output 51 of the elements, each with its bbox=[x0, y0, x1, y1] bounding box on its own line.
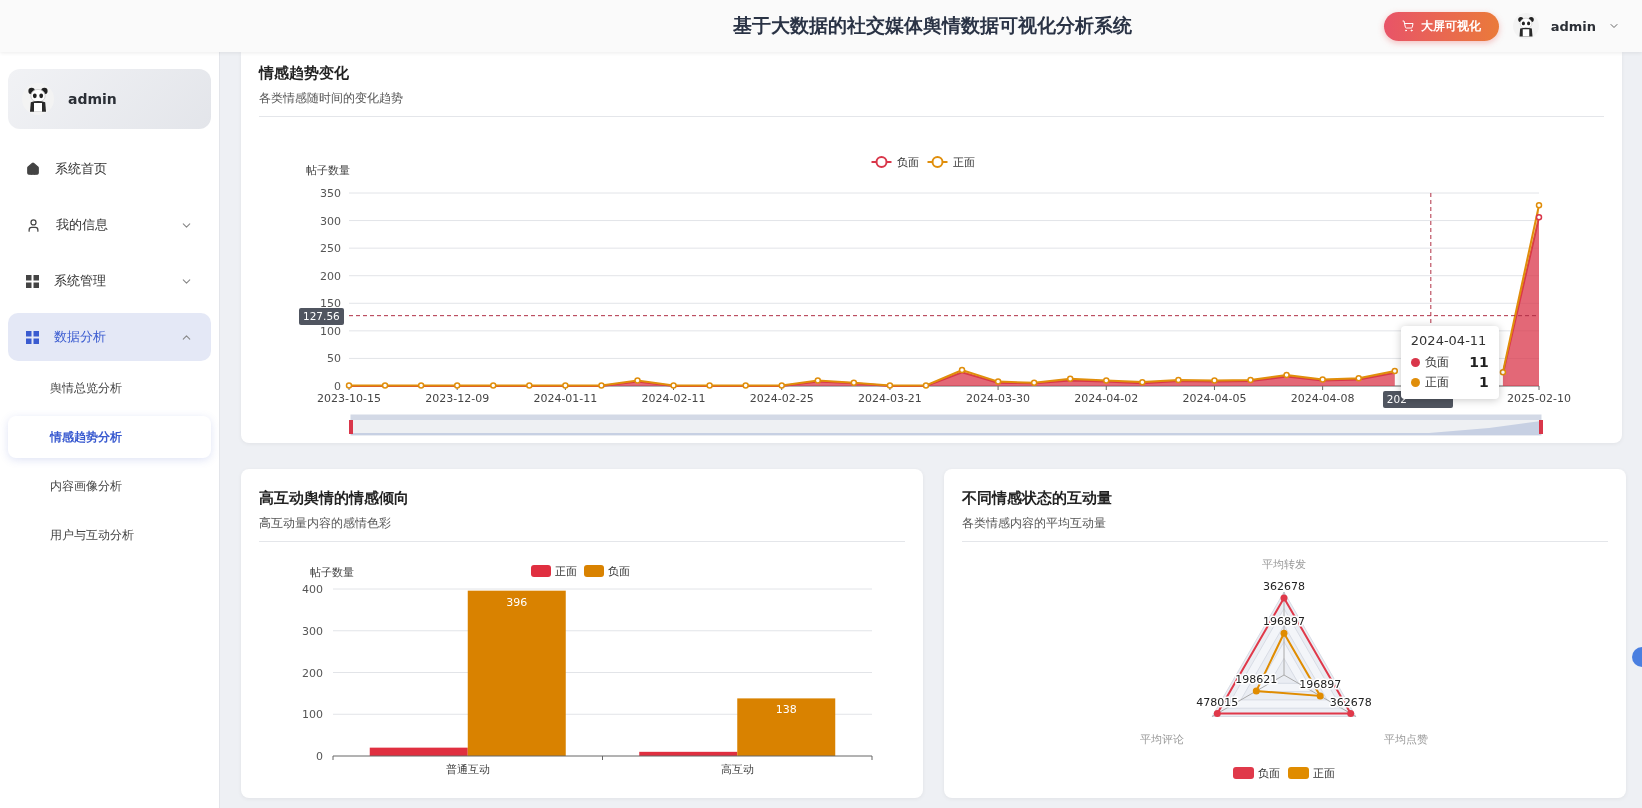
user-name: admin bbox=[68, 91, 117, 107]
tooltip-series-name: 负面 bbox=[1424, 353, 1450, 371]
card-title: 高互动舆情的情感倾向 bbox=[259, 489, 410, 508]
x-tick-label: 2025-02-10 bbox=[1507, 392, 1571, 405]
y-tick-label: 200 bbox=[302, 666, 323, 680]
x-tick-label: 2024-02-25 bbox=[749, 392, 814, 405]
x-tick-label: 2023-12-09 bbox=[425, 392, 490, 405]
y-tick-label: 300 bbox=[320, 214, 341, 228]
y-tick-label: 300 bbox=[302, 624, 323, 638]
axis-title: 帖子数量 bbox=[306, 164, 350, 177]
card-title: 情感趋势变化 bbox=[259, 64, 350, 83]
x-tick-label: 2024-02-11 bbox=[641, 392, 706, 405]
legend-label: 负面 bbox=[896, 156, 919, 169]
card-subtitle: 各类情感内容的平均互动量 bbox=[962, 516, 1608, 542]
radar-axis-label: 平均点赞 bbox=[1383, 732, 1428, 746]
bar-value-label: 138 bbox=[775, 703, 797, 717]
x-tick-label: 2024-01-11 bbox=[533, 392, 598, 405]
y-tick-label: 200 bbox=[320, 269, 341, 283]
y-tick-label: 100 bbox=[320, 324, 341, 338]
tooltip-series-name: 正面 bbox=[1424, 373, 1450, 391]
y-tick-label: 100 bbox=[302, 708, 323, 722]
x-tick-label: 高互动 bbox=[720, 763, 754, 776]
radar-axis-label: 平均评论 bbox=[1140, 732, 1185, 746]
y-tick-label: 0 bbox=[316, 750, 323, 763]
axis-pointer-label: 127.56 bbox=[299, 307, 344, 325]
x-tick-label: 2024-04-08 bbox=[1290, 392, 1355, 405]
card-subtitle: 各类情感随时间的变化趋势 bbox=[259, 91, 1604, 117]
y-tick-label: 400 bbox=[302, 583, 323, 596]
bar-value-label: 396 bbox=[506, 595, 528, 609]
y-tick-label: 0 bbox=[334, 380, 341, 393]
tooltip-value: 11 bbox=[1469, 354, 1489, 370]
page-title: 基于大数据的社交媒体舆情数据可视化分析系统 bbox=[732, 13, 1132, 38]
y-tick-label: 350 bbox=[320, 187, 341, 200]
x-tick-label: 2024-03-30 bbox=[966, 392, 1031, 405]
value-label: 362678 bbox=[1263, 580, 1305, 593]
x-tick-label: 普通互动 bbox=[445, 763, 490, 776]
x-tick-label: 2024-04-02 bbox=[1074, 392, 1139, 405]
x-tick-label: 2024-03-21 bbox=[857, 392, 922, 405]
legend-label: 负面 bbox=[608, 565, 630, 578]
y-tick-label: 250 bbox=[320, 242, 341, 256]
x-tick-label: 2023-10-15 bbox=[317, 392, 381, 405]
card-title: 不同情感状态的互动量 bbox=[962, 489, 1113, 508]
card-subtitle: 高互动量内容的感情色彩 bbox=[259, 516, 905, 542]
legend-label: 正面 bbox=[952, 156, 975, 169]
legend-label: 正面 bbox=[555, 565, 577, 578]
axis-title: 帖子数量 bbox=[310, 566, 354, 579]
tooltip-value: 1 bbox=[1479, 374, 1489, 390]
y-tick-label: 50 bbox=[327, 352, 341, 366]
tooltip-title: 2024-04-11 bbox=[1410, 333, 1488, 348]
radar-axis-label: 平均转发 bbox=[1262, 558, 1306, 571]
x-tick-label: 2024-04-05 bbox=[1182, 392, 1247, 405]
